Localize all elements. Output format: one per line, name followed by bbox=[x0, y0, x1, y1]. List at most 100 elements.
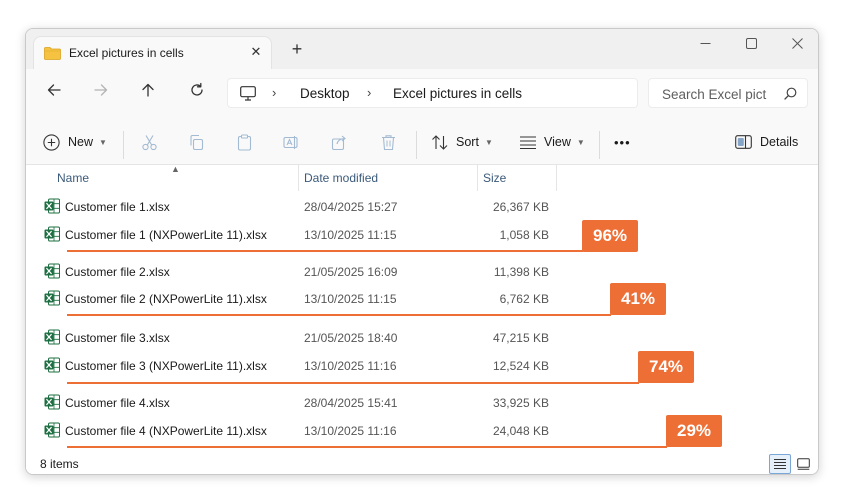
file-name[interactable]: Customer file 4.xlsx bbox=[65, 396, 170, 410]
reduction-badge: 96% bbox=[582, 220, 638, 252]
toolbar-divider bbox=[416, 131, 417, 159]
new-button[interactable]: New ▼ bbox=[43, 129, 107, 155]
file-row[interactable]: Customer file 1 (NXPowerLite 11).xlsx 13/… bbox=[26, 223, 818, 247]
excel-file-icon bbox=[44, 422, 60, 441]
file-date-modified: 13/10/2025 11:15 bbox=[304, 228, 397, 242]
address-bar[interactable]: › Desktop › Excel pictures in cells bbox=[227, 78, 638, 108]
file-name[interactable]: Customer file 2 (NXPowerLite 11).xlsx bbox=[65, 292, 267, 306]
file-date-modified: 13/10/2025 11:15 bbox=[304, 292, 397, 306]
excel-file-icon bbox=[44, 198, 60, 217]
reduction-underline bbox=[67, 250, 583, 252]
file-name[interactable]: Customer file 3 (NXPowerLite 11).xlsx bbox=[65, 359, 267, 373]
details-view-button[interactable] bbox=[769, 454, 791, 474]
close-window-button[interactable] bbox=[774, 31, 818, 61]
scissors-icon bbox=[142, 134, 157, 150]
excel-file-icon bbox=[44, 263, 60, 282]
chevron-down-icon: ▼ bbox=[99, 137, 107, 147]
file-name[interactable]: Customer file 1 (NXPowerLite 11).xlsx bbox=[65, 228, 267, 242]
excel-file-icon bbox=[44, 226, 60, 245]
thumbnail-view-icon bbox=[796, 458, 810, 470]
file-size: 6,762 KB bbox=[499, 292, 549, 306]
details-pane-button[interactable]: Details bbox=[735, 129, 798, 155]
chevron-down-icon: ▼ bbox=[576, 137, 585, 147]
tab-excel-pictures-in-cells[interactable]: Excel pictures in cells ✕ bbox=[34, 37, 271, 69]
rename-button[interactable] bbox=[283, 129, 300, 155]
minimize-icon bbox=[700, 43, 710, 44]
view-button[interactable]: View ▼ bbox=[519, 129, 585, 155]
file-name[interactable]: Customer file 2.xlsx bbox=[65, 265, 170, 279]
up-button[interactable] bbox=[133, 81, 163, 105]
file-date-modified: 13/10/2025 11:16 bbox=[304, 424, 397, 438]
excel-file-icon bbox=[44, 394, 60, 413]
arrow-up-icon bbox=[142, 83, 154, 97]
title-bar: Excel pictures in cells ✕ + bbox=[26, 29, 818, 69]
column-header-date-modified[interactable]: Date modified bbox=[304, 171, 378, 185]
share-button[interactable] bbox=[331, 129, 348, 155]
file-date-modified: 21/05/2025 18:40 bbox=[304, 331, 398, 345]
command-bar: New ▼ Sort ▼ View ▼ ••• Details bbox=[26, 117, 818, 165]
file-row[interactable]: Customer file 4.xlsx 28/04/2025 15:41 33,9… bbox=[26, 391, 818, 415]
new-button-label: New bbox=[68, 135, 94, 149]
file-size: 47,215 KB bbox=[492, 331, 549, 345]
refresh-button[interactable] bbox=[182, 81, 212, 105]
back-button[interactable] bbox=[39, 81, 69, 105]
file-date-modified: 21/05/2025 16:09 bbox=[304, 265, 398, 279]
plus-circle-icon bbox=[43, 133, 60, 151]
paste-button[interactable] bbox=[236, 129, 253, 155]
column-header-name[interactable]: Name bbox=[57, 171, 89, 185]
sort-button-label: Sort bbox=[456, 135, 479, 149]
close-tab-button[interactable]: ✕ bbox=[247, 43, 265, 61]
file-row[interactable]: Customer file 3 (NXPowerLite 11).xlsx 13/… bbox=[26, 354, 818, 378]
maximize-button[interactable] bbox=[728, 31, 774, 61]
sort-button[interactable]: Sort ▼ bbox=[431, 129, 493, 155]
chevron-right-icon[interactable]: › bbox=[272, 85, 276, 100]
reduction-underline bbox=[67, 314, 611, 316]
file-size: 33,925 KB bbox=[492, 396, 549, 410]
delete-button[interactable] bbox=[380, 129, 397, 155]
excel-file-icon bbox=[44, 357, 60, 376]
column-divider[interactable] bbox=[556, 165, 557, 191]
details-label: Details bbox=[760, 135, 799, 149]
sort-ascending-icon: ▲ bbox=[171, 164, 180, 174]
file-row[interactable]: Customer file 2 (NXPowerLite 11).xlsx 13/… bbox=[26, 287, 818, 311]
column-divider[interactable] bbox=[477, 165, 478, 191]
file-row[interactable]: Customer file 1.xlsx 28/04/2025 15:27 26,3… bbox=[26, 195, 818, 219]
list-view-icon bbox=[520, 136, 536, 149]
view-button-label: View bbox=[544, 135, 571, 149]
file-row[interactable]: Customer file 2.xlsx 21/05/2025 16:09 11,3… bbox=[26, 260, 818, 284]
clipboard-icon bbox=[237, 133, 252, 151]
cut-button[interactable] bbox=[141, 129, 158, 155]
arrow-left-icon bbox=[47, 84, 61, 96]
more-options-button[interactable]: ••• bbox=[614, 129, 631, 155]
reduction-underline bbox=[67, 446, 667, 448]
file-date-modified: 13/10/2025 11:16 bbox=[304, 359, 397, 373]
search-box[interactable] bbox=[648, 78, 808, 108]
search-input[interactable] bbox=[662, 85, 772, 103]
close-icon bbox=[791, 38, 803, 49]
column-divider[interactable] bbox=[298, 165, 299, 191]
chevron-right-icon[interactable]: › bbox=[367, 85, 371, 100]
minimize-button[interactable] bbox=[682, 31, 728, 61]
breadcrumb-desktop[interactable]: Desktop bbox=[300, 86, 350, 101]
new-tab-button[interactable]: + bbox=[287, 39, 307, 59]
share-icon bbox=[331, 135, 346, 150]
file-name[interactable]: Customer file 3.xlsx bbox=[65, 331, 170, 345]
sort-icon bbox=[432, 134, 448, 150]
file-row[interactable]: Customer file 3.xlsx 21/05/2025 18:40 47,2… bbox=[26, 326, 818, 350]
file-name[interactable]: Customer file 1.xlsx bbox=[65, 200, 170, 214]
column-header-size[interactable]: Size bbox=[483, 171, 506, 185]
rename-icon bbox=[283, 135, 298, 149]
forward-button[interactable] bbox=[86, 81, 116, 105]
breadcrumb-current-folder[interactable]: Excel pictures in cells bbox=[393, 86, 522, 101]
file-list: ▲ Name Date modified Size Customer file … bbox=[26, 164, 818, 452]
copy-button[interactable] bbox=[188, 129, 205, 155]
arrow-right-icon bbox=[94, 84, 108, 96]
reduction-badge: 29% bbox=[666, 415, 722, 447]
file-date-modified: 28/04/2025 15:41 bbox=[304, 396, 398, 410]
file-name[interactable]: Customer file 4 (NXPowerLite 11).xlsx bbox=[65, 424, 267, 438]
large-icons-view-button[interactable] bbox=[792, 454, 814, 474]
this-pc-icon[interactable] bbox=[240, 86, 256, 104]
maximize-icon bbox=[745, 38, 757, 49]
toolbar-divider bbox=[123, 131, 124, 159]
navigation-bar: › Desktop › Excel pictures in cells bbox=[26, 69, 818, 117]
